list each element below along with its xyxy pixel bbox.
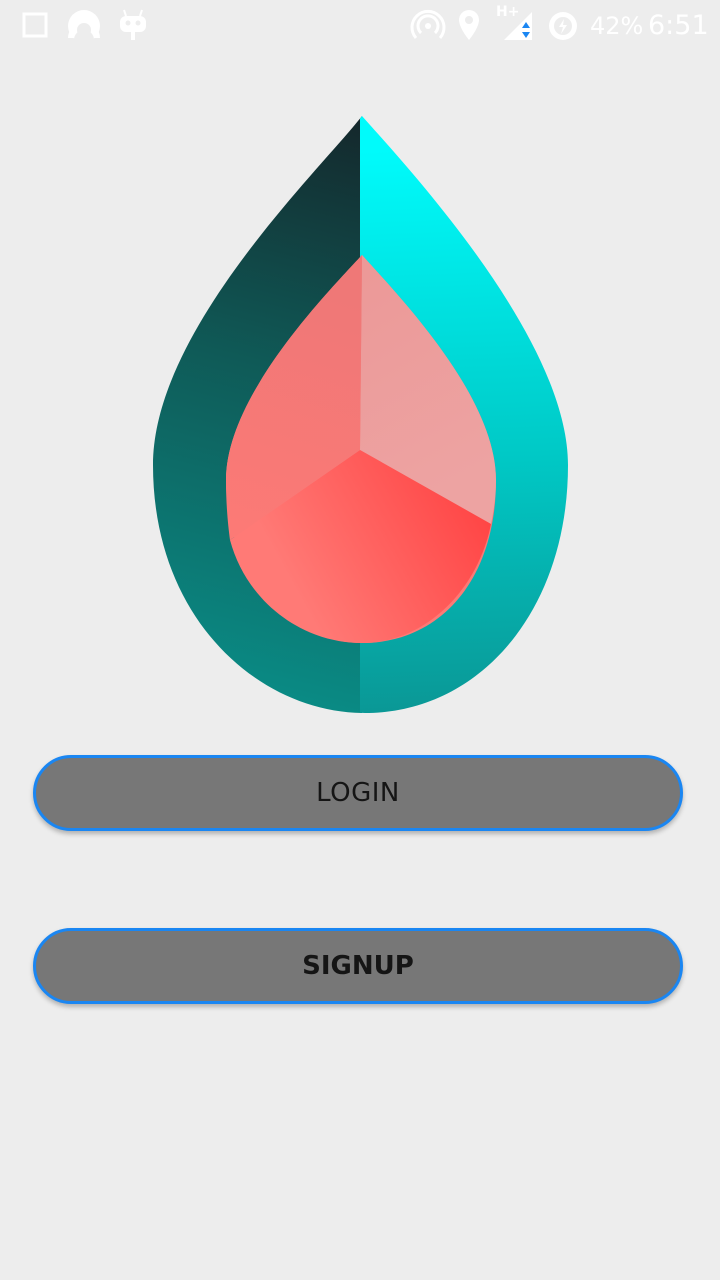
- signal-hplus-icon: [504, 12, 532, 40]
- clock-time: 6:51: [648, 10, 709, 41]
- android-robot-icon: [120, 9, 146, 40]
- signup-button[interactable]: SIGNUP: [33, 928, 683, 1004]
- notification-square-icon: [22, 12, 48, 38]
- login-button[interactable]: LOGIN: [33, 755, 683, 831]
- location-pin-icon: [459, 10, 479, 40]
- battery-saver-icon: [549, 12, 577, 40]
- battery-percent: 42%: [590, 12, 644, 40]
- water-drop-logo-icon: [153, 116, 568, 713]
- hotspot-icon: [410, 9, 446, 39]
- headset-icon: [68, 10, 100, 42]
- status-bar: H+ 42% 6:51: [0, 0, 720, 52]
